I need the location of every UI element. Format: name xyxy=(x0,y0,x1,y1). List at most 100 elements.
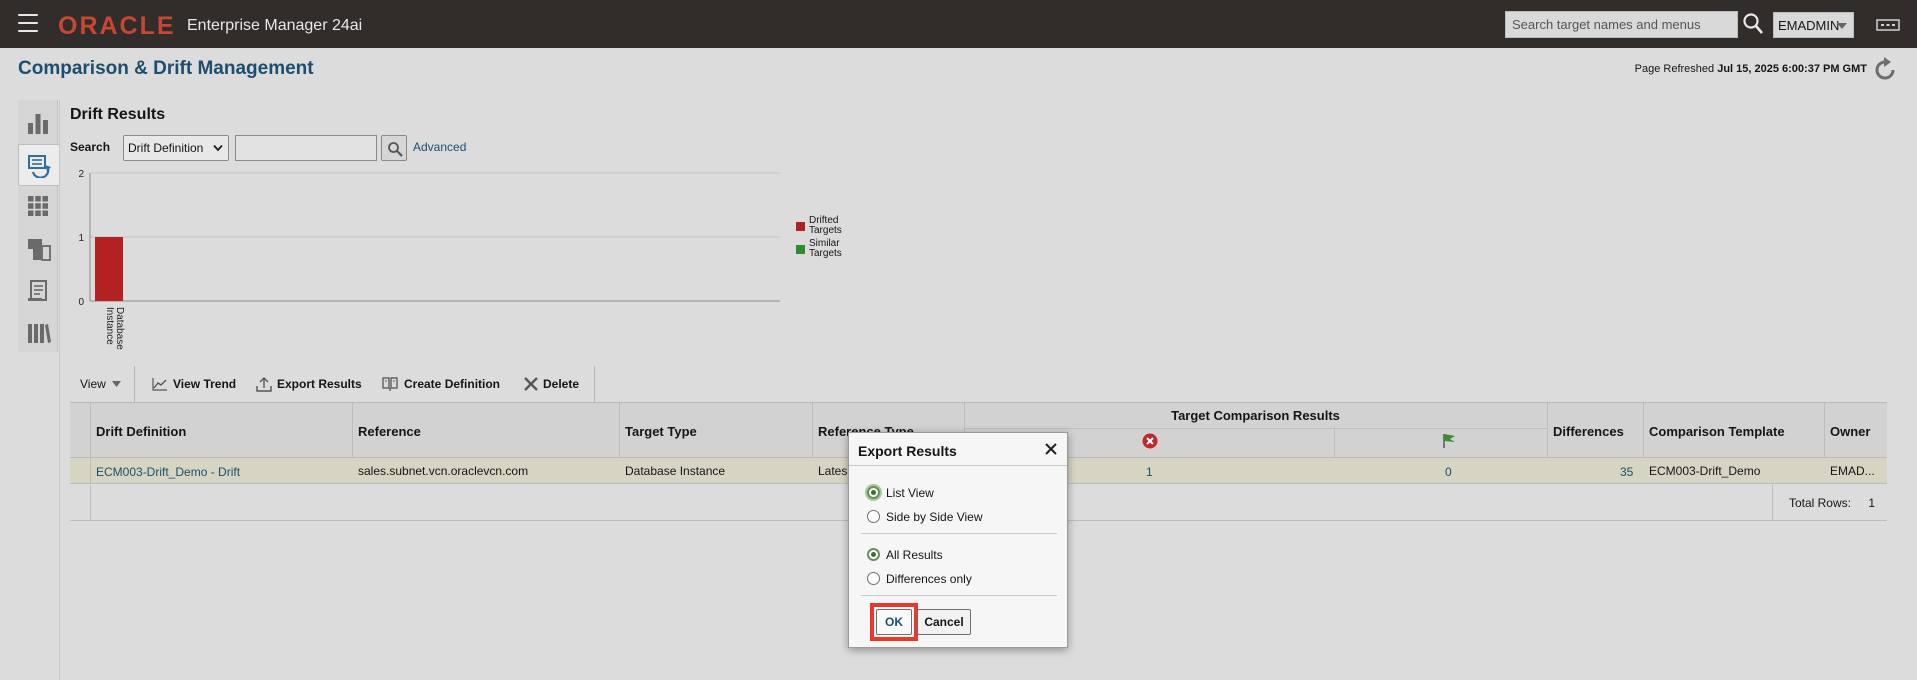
cell-similar-count[interactable]: 0 xyxy=(1445,465,1452,479)
drift-chart: 012DatabaseInstance xyxy=(78,169,780,350)
cell-reference: sales.subnet.vcn.oraclevcn.com xyxy=(358,464,529,478)
cell-differences[interactable]: 35 xyxy=(1620,465,1633,479)
export-results-label: Export Results xyxy=(277,377,362,391)
results-toolbar: View View Trend Export Results Create De… xyxy=(70,366,600,402)
top-bar: ORACLE Enterprise Manager 24ai EMADMIN xyxy=(0,0,1917,48)
page-refreshed-time: Jul 15, 2025 6:00:37 PM GMT xyxy=(1717,63,1867,75)
radio-all-results-control[interactable] xyxy=(867,548,880,561)
col-comparison-template[interactable]: Comparison Template xyxy=(1649,424,1785,439)
chevron-down-icon xyxy=(213,144,223,152)
radio-differences-only-control[interactable] xyxy=(867,572,880,585)
similar-flag-icon[interactable] xyxy=(1441,433,1457,449)
nav-item-overview[interactable] xyxy=(18,102,58,144)
create-definition-button[interactable]: Create Definition xyxy=(382,366,500,402)
cell-drifted-count[interactable]: 1 xyxy=(1146,465,1153,479)
close-icon[interactable] xyxy=(1045,443,1057,455)
col-reference[interactable]: Reference xyxy=(358,424,421,439)
trend-line-icon xyxy=(152,378,167,391)
cell-reference-type: Lates xyxy=(818,464,848,478)
search-label: Search xyxy=(70,140,111,154)
cell-owner: EMAD... xyxy=(1830,464,1875,478)
chart-x-tick-label: Instance xyxy=(104,307,115,345)
search-type-value: Drift Definition xyxy=(128,141,204,155)
documents-icon xyxy=(28,239,51,261)
search-input[interactable] xyxy=(235,135,377,161)
dialog-title: Export Results xyxy=(858,443,957,459)
col-differences[interactable]: Differences xyxy=(1553,424,1624,439)
drift-results-title: Drift Results xyxy=(70,106,166,123)
hamburger-menu-icon[interactable] xyxy=(18,14,38,32)
chevron-down-icon xyxy=(1837,23,1847,29)
col-target-type[interactable]: Target Type xyxy=(625,424,697,439)
advanced-search-link[interactable]: Advanced xyxy=(413,140,466,154)
more-menu-icon[interactable] xyxy=(1876,17,1900,33)
delete-icon xyxy=(524,377,538,391)
view-menu-label: View xyxy=(80,377,106,391)
legend-swatch xyxy=(796,222,805,231)
total-rows-count: 1 xyxy=(1868,496,1875,510)
page-refreshed-info: Page Refreshed Jul 15, 2025 6:00:37 PM G… xyxy=(1635,63,1867,75)
bar-chart-icon xyxy=(28,114,48,134)
view-trend-label: View Trend xyxy=(173,377,237,391)
cell-comparison-template: ECM003-Drift_Demo xyxy=(1649,464,1761,478)
drift-icon xyxy=(28,155,51,178)
chart-bar[interactable] xyxy=(95,237,123,301)
page-refreshed-label: Page Refreshed xyxy=(1634,63,1715,75)
legend-label: Similar Targets xyxy=(809,238,842,259)
create-definition-icon xyxy=(382,376,398,391)
grid-icon xyxy=(28,196,48,216)
export-icon xyxy=(256,376,272,392)
col-drift-definition[interactable]: Drift Definition xyxy=(96,424,186,439)
library-icon xyxy=(28,324,51,343)
cell-target-type: Database Instance xyxy=(625,464,726,478)
nav-item-drift[interactable] xyxy=(18,144,59,186)
chart-y-tick-label: 0 xyxy=(78,297,84,308)
search-icon xyxy=(388,142,403,157)
radio-differences-only-label[interactable]: Differences only xyxy=(886,572,972,586)
page-title: Comparison & Drift Management xyxy=(18,58,314,79)
chart-legend: Drifted Targets Similar Targets xyxy=(796,216,866,262)
view-trend-button[interactable]: View Trend xyxy=(152,366,236,402)
ok-button[interactable]: OK xyxy=(876,609,912,635)
target-search-input[interactable] xyxy=(1505,11,1738,38)
export-results-dialog: Export Results List View Side by Side Vi… xyxy=(848,432,1068,648)
user-name: EMADMIN xyxy=(1778,18,1840,33)
radio-list-view-control[interactable] xyxy=(867,486,880,499)
legend-item[interactable]: Drifted Targets xyxy=(796,216,866,239)
radio-side-by-side-label[interactable]: Side by Side View xyxy=(886,510,983,524)
col-owner[interactable]: Owner xyxy=(1830,424,1870,439)
create-definition-label: Create Definition xyxy=(404,377,501,391)
nav-item-dashboard[interactable] xyxy=(18,186,58,228)
refresh-icon[interactable] xyxy=(1872,57,1898,83)
radio-side-by-side-control[interactable] xyxy=(867,510,880,523)
radio-all-results-label[interactable]: All Results xyxy=(886,548,943,562)
delete-label: Delete xyxy=(543,377,580,391)
export-results-button[interactable]: Export Results xyxy=(256,366,362,402)
nav-item-comparisons[interactable] xyxy=(18,228,58,270)
product-name: Enterprise Manager 24ai xyxy=(187,17,363,34)
drifted-error-icon[interactable] xyxy=(1142,433,1158,449)
left-nav xyxy=(18,100,59,354)
report-icon xyxy=(28,280,47,301)
chart-y-tick-label: 2 xyxy=(78,169,84,180)
nav-item-library[interactable] xyxy=(18,312,58,354)
legend-label: Drifted Targets xyxy=(809,215,842,236)
col-target-comparison-results: Target Comparison Results xyxy=(1171,408,1340,423)
nav-item-reports[interactable] xyxy=(18,270,58,312)
total-rows-label: Total Rows: xyxy=(1788,496,1851,510)
chart-y-tick-label: 1 xyxy=(78,233,84,244)
user-menu[interactable]: EMADMIN xyxy=(1773,12,1854,38)
view-menu-button[interactable]: View xyxy=(80,366,126,402)
search-icon[interactable] xyxy=(1742,12,1764,36)
delete-button[interactable]: Delete xyxy=(524,366,579,402)
search-type-select[interactable]: Drift Definition xyxy=(123,135,229,161)
legend-item[interactable]: Similar Targets xyxy=(796,239,866,262)
total-rows: Total Rows: 1 xyxy=(1789,496,1875,510)
cell-drift-definition[interactable]: ECM003-Drift_Demo - Drift xyxy=(96,465,240,479)
radio-list-view-label[interactable]: List View xyxy=(886,486,934,500)
chevron-down-icon xyxy=(111,381,121,387)
legend-swatch xyxy=(796,245,805,254)
search-button[interactable] xyxy=(381,135,407,161)
oracle-logo[interactable]: ORACLE xyxy=(58,13,176,39)
cancel-button[interactable]: Cancel xyxy=(917,609,971,635)
